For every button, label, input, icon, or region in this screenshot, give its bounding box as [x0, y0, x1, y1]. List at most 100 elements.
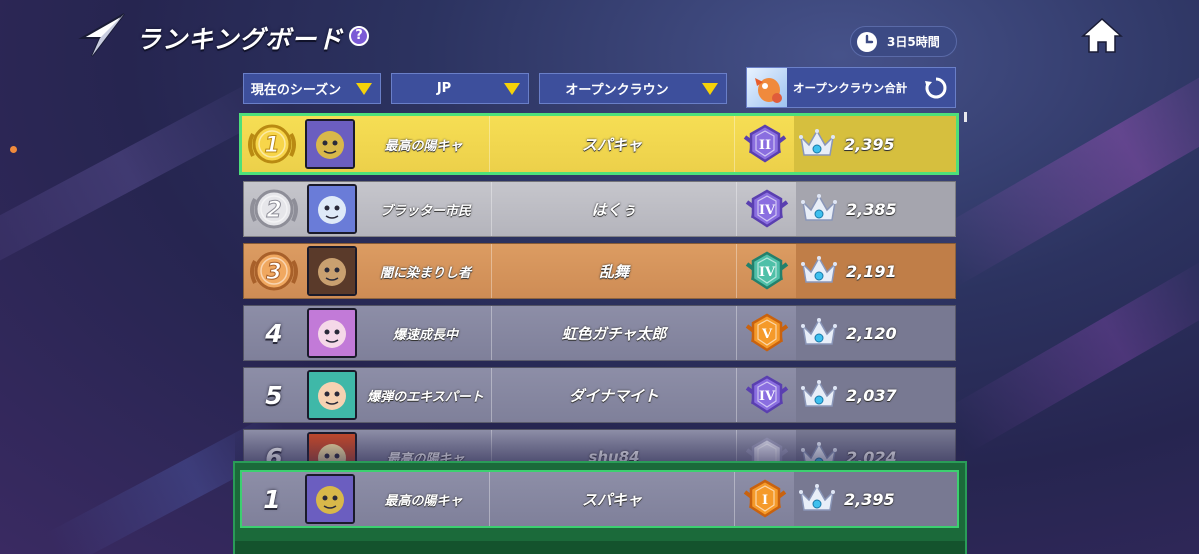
score-value: 2,191	[846, 261, 897, 281]
clock-icon	[857, 31, 877, 52]
tier-cell: V	[736, 306, 796, 360]
score-value: 2,120	[846, 323, 897, 343]
rank-cell: 1	[242, 472, 302, 526]
back-arrow-icon	[78, 13, 125, 57]
tier-cell: IV	[736, 244, 796, 298]
score-cell: 2,037	[796, 368, 955, 422]
avatar-cell	[304, 182, 360, 236]
tier-badge-icon: I	[743, 479, 786, 518]
svg-text:3: 3	[266, 260, 281, 285]
background-streak	[946, 258, 1199, 452]
my-rank-panel-strip	[235, 541, 965, 554]
scrollbar[interactable]	[964, 112, 967, 122]
player-name: 乱舞	[491, 244, 736, 298]
score-value: 2,395	[844, 489, 895, 509]
avatar[interactable]	[305, 474, 355, 524]
svg-text:IV: IV	[758, 389, 775, 404]
chevron-down-icon	[348, 74, 380, 103]
score-value: 2,385	[846, 199, 897, 219]
score-cell: 2,395	[794, 116, 956, 172]
svg-text:IV: IV	[758, 265, 775, 280]
crown-icon	[799, 129, 835, 156]
tier-badge-icon: IV	[745, 251, 788, 290]
ranking-row[interactable]: 2 ブラッター市民 はくぅ IV 2,385	[243, 181, 956, 237]
stat-selector-button[interactable]: オープンクラウン合計	[746, 67, 956, 108]
guild-name: 最高の陽キャ	[384, 493, 463, 509]
refresh-icon	[925, 77, 947, 98]
avatar-cell	[304, 244, 360, 298]
my-ranking-row[interactable]: 1 最高の陽キャ スパキャ I 2,395	[240, 470, 959, 528]
player-name: スパキャ	[489, 116, 734, 172]
player-name: 虹色ガチャ太郎	[491, 306, 736, 360]
decorative-dot	[10, 146, 17, 153]
avatar-cell	[304, 306, 360, 360]
crown-icon	[801, 256, 837, 283]
svg-text:IV: IV	[758, 203, 775, 218]
home-button[interactable]	[1080, 16, 1124, 56]
ranking-row[interactable]: 1 最高の陽キャ スパキャ II 2,395	[239, 113, 959, 175]
score-cell: 2,385	[796, 182, 955, 236]
page-title: ランキングボード	[136, 25, 344, 54]
avatar[interactable]	[307, 246, 357, 296]
season-filter-dropdown[interactable]: 現在のシーズン	[243, 73, 381, 104]
crown-icon	[801, 380, 837, 407]
tier-badge-icon: IV	[745, 189, 788, 228]
player-name: スパキャ	[489, 472, 734, 526]
back-button[interactable]	[78, 12, 128, 58]
tier-cell: IV	[736, 368, 796, 422]
crown-icon	[801, 194, 837, 221]
avatar-cell	[302, 472, 358, 526]
bronze-medal-icon: 3	[250, 251, 298, 291]
tier-badge-icon: V	[745, 313, 788, 352]
avatar-cell	[304, 368, 360, 422]
crown-icon	[801, 318, 837, 345]
ranking-row[interactable]: 5 爆弾のエキスパート ダイナマイト IV 2,037	[243, 367, 956, 423]
tier-badge-icon: II	[743, 124, 786, 163]
chevron-down-icon	[694, 74, 726, 103]
avatar[interactable]	[305, 119, 355, 169]
stat-selector-label: オープンクラウン合計	[793, 80, 908, 95]
tier-badge-icon: IV	[745, 375, 788, 414]
avatar[interactable]	[307, 184, 357, 234]
player-name: ダイナマイト	[491, 368, 736, 422]
tier-cell: II	[734, 116, 794, 172]
gold-medal-icon: 1	[248, 124, 296, 164]
rank-cell: 4	[244, 306, 304, 360]
ranking-row[interactable]: 3 闇に染まりし者 乱舞 IV 2,191	[243, 243, 956, 299]
rank-cell: 5	[244, 368, 304, 422]
background-streak	[928, 54, 1199, 286]
avatar[interactable]	[307, 308, 357, 358]
tier-cell: I	[734, 472, 794, 526]
guild-name: 最高の陽キャ	[384, 138, 463, 154]
score-value: 2,395	[844, 134, 895, 154]
rank-number: 5	[265, 380, 283, 410]
rank-cell: 1	[242, 116, 302, 172]
svg-text:2: 2	[266, 198, 281, 223]
rank-number: 4	[265, 318, 283, 348]
rank-number: 1	[263, 484, 281, 514]
silver-medal-icon: 2	[250, 189, 298, 229]
guild-name: 闇に染まりし者	[379, 265, 471, 281]
rank-cell: 2	[244, 182, 304, 236]
avatar[interactable]	[307, 370, 357, 420]
guild-name: ブラッター市民	[379, 203, 471, 219]
home-icon	[1081, 17, 1123, 53]
rank-cell: 3	[244, 244, 304, 298]
avatar-cell	[302, 116, 358, 172]
score-value: 2,037	[846, 385, 897, 405]
season-filter-label: 現在のシーズン	[250, 83, 342, 98]
score-cell: 2,395	[794, 472, 957, 526]
guild-name: 爆弾のエキスパート	[367, 389, 484, 405]
svg-text:V: V	[760, 327, 772, 342]
region-filter-dropdown[interactable]: JP	[391, 73, 529, 104]
timer-text: 3日5時間	[887, 35, 940, 49]
mode-filter-label: オープンクラウン	[565, 83, 669, 98]
score-cell: 2,191	[796, 244, 955, 298]
mode-filter-dropdown[interactable]: オープンクラウン	[539, 73, 727, 104]
ranking-row[interactable]: 4 爆速成長中 虹色ガチャ太郎 V 2,120	[243, 305, 956, 361]
season-timer: 3日5時間	[850, 26, 957, 57]
cookie-thumbnail	[747, 68, 787, 107]
svg-text:II: II	[758, 138, 770, 153]
region-filter-label: JP	[436, 81, 452, 96]
help-button[interactable]: ?	[349, 26, 369, 46]
